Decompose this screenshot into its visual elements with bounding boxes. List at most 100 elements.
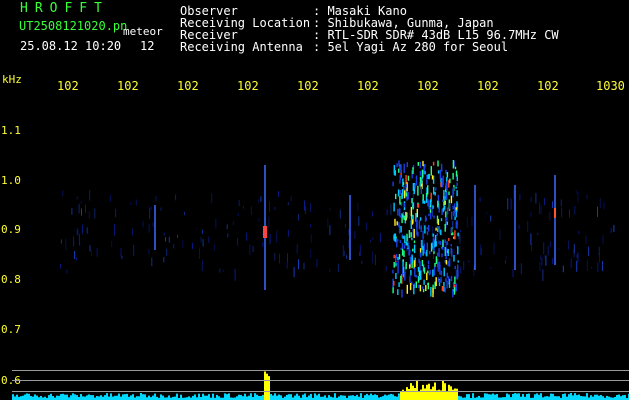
signal-cluster-pixel (433, 186, 435, 195)
amplitude-bar (304, 393, 306, 400)
amplitude-bar (294, 395, 296, 400)
timestamp: 25.08.12 10:20 (20, 39, 122, 53)
amplitude-bar (516, 393, 518, 400)
amplitude-bar (334, 393, 336, 400)
noise-streak (150, 206, 152, 210)
x-tick: 102 (237, 79, 259, 93)
signal-cluster-pixel (414, 267, 416, 277)
signal-cluster-pixel (427, 270, 429, 274)
amplitude-bar (32, 396, 34, 400)
signal-cluster-pixel (432, 161, 435, 166)
amplitude-bar (118, 393, 120, 400)
noise-streak (200, 236, 202, 243)
signal-cluster-pixel (452, 288, 454, 298)
amplitude-bar (80, 394, 82, 400)
amplitude-bar (98, 396, 100, 400)
signal-cluster-pixel (446, 221, 448, 225)
signal-cluster-pixel (395, 253, 398, 259)
noise-streak (199, 248, 200, 259)
signal-cluster-pixel (405, 192, 408, 197)
amplitude-bar (256, 394, 258, 400)
signal-cluster-pixel (409, 283, 412, 291)
level-line-upper (12, 370, 629, 371)
signal-cluster-pixel (445, 260, 448, 265)
signal-cluster-pixel (442, 239, 444, 248)
amplitude-bar (228, 393, 230, 400)
amplitude-bar (328, 395, 330, 400)
noise-streak (215, 218, 217, 229)
noise-streak (269, 234, 271, 244)
x-tick: 102 (477, 79, 499, 93)
amplitude-bar (570, 393, 572, 400)
signal-cluster-pixel (445, 211, 447, 218)
amplitude-bar (592, 396, 594, 400)
y-tick: 1.0 (1, 174, 21, 187)
amplitude-bar (350, 395, 352, 400)
signal-cluster-pixel (455, 221, 457, 228)
noise-streak (214, 244, 216, 251)
amplitude-bar (198, 393, 200, 400)
amplitude-bar (138, 396, 140, 400)
amplitude-bar (596, 394, 598, 400)
amplitude-bar (386, 395, 388, 400)
noise-streak (177, 235, 178, 238)
signal-cluster-pixel (440, 218, 443, 222)
noise-streak (71, 208, 73, 215)
noise-streak (463, 261, 465, 270)
noise-streak (390, 204, 392, 215)
amplitude-bar (88, 394, 90, 400)
noise-streak (274, 207, 276, 210)
noise-streak (276, 233, 278, 243)
signal-cluster-pixel (446, 241, 449, 245)
signal-cluster-pixel (448, 203, 451, 210)
signal-cluster-pixel (399, 165, 401, 171)
y-tick: 0.9 (1, 223, 21, 236)
amplitude-bar (126, 393, 128, 400)
noise-streak (544, 255, 546, 260)
noise-streak (540, 255, 542, 261)
signal-cluster-pixel (429, 251, 431, 255)
noise-streak (232, 221, 234, 226)
noise-streak (598, 246, 600, 255)
signal-cluster-pixel (405, 183, 407, 188)
amplitude-bar (86, 395, 88, 400)
noise-streak (370, 239, 372, 243)
signal-cluster-pixel (454, 276, 456, 284)
amplitude-bar (302, 394, 304, 400)
signal-cluster-pixel (407, 175, 410, 181)
signal-cluster-pixel (422, 160, 424, 167)
signal-cluster-pixel (418, 284, 420, 289)
signal-cluster-pixel (405, 261, 407, 265)
signal-cluster-pixel (393, 280, 395, 286)
noise-streak (459, 229, 461, 233)
noise-streak (455, 268, 457, 279)
noise-streak (165, 237, 166, 242)
signal-cluster-pixel (410, 206, 413, 217)
noise-streak (490, 215, 492, 222)
amplitude-bar (258, 395, 260, 400)
signal-cluster-pixel (452, 232, 454, 236)
noise-streak (132, 228, 134, 236)
signal-cluster-pixel (433, 251, 435, 254)
noise-streak (450, 257, 452, 266)
amplitude-bar (528, 393, 530, 400)
signal-cluster-pixel (455, 283, 457, 292)
amplitude-bar (370, 393, 372, 400)
noise-streak (60, 263, 61, 269)
noise-streak (111, 240, 113, 247)
amplitude-bar (274, 393, 276, 400)
signal-cluster-pixel (435, 227, 437, 231)
noise-streak (202, 239, 204, 247)
amplitude-bar (284, 396, 286, 400)
noise-streak (278, 191, 279, 197)
noise-streak (575, 190, 577, 194)
signal-cluster-pixel (438, 248, 440, 257)
noise-streak (438, 240, 440, 245)
signal-cluster-pixel (432, 269, 434, 277)
signal-cluster-pixel (392, 269, 394, 274)
signal-cluster-pixel (439, 240, 441, 246)
signal-cluster-pixel (419, 171, 422, 176)
signal-cluster-pixel (393, 168, 396, 176)
signal-cluster-pixel (451, 211, 453, 220)
noise-streak (327, 218, 329, 228)
